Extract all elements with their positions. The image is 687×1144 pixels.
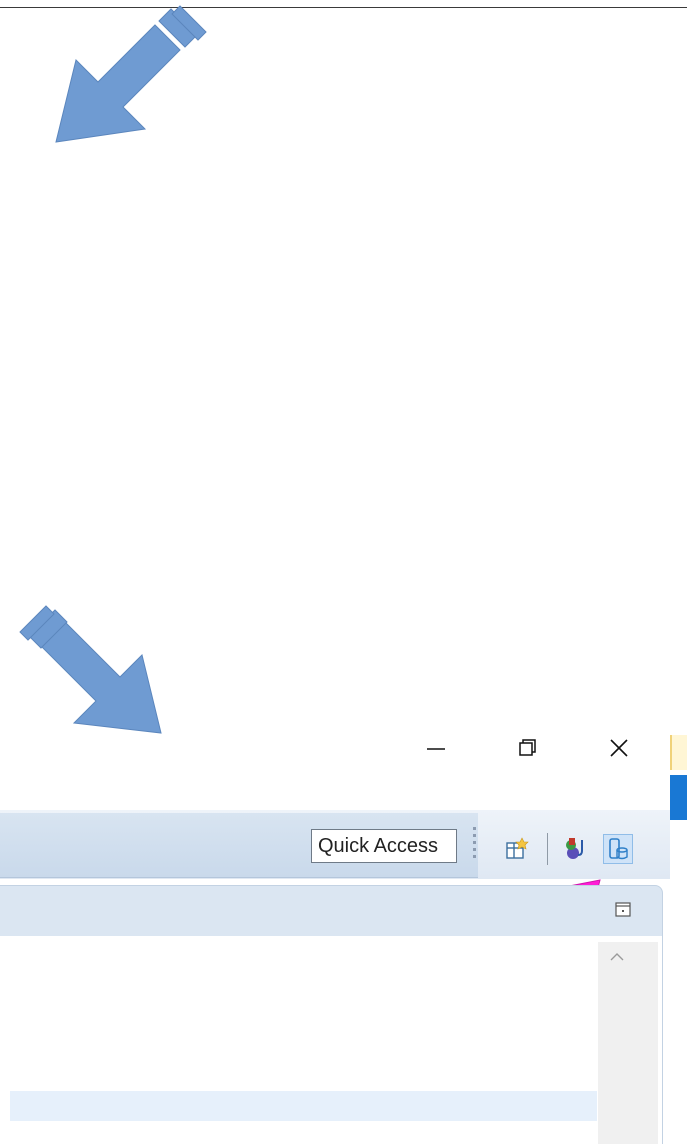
maximize-view-button[interactable] (612, 898, 636, 922)
restore-button[interactable] (506, 730, 552, 766)
quick-access-field[interactable]: Quick Access (311, 829, 457, 863)
close-icon (610, 739, 628, 757)
toolbar-grip[interactable] (473, 827, 477, 867)
restore-icon (519, 739, 536, 756)
minimize-icon (427, 748, 445, 750)
blue-arrow-bottom (19, 605, 162, 734)
open-perspective-icon (506, 837, 529, 859)
adjacent-window-accent (670, 775, 687, 820)
toolbar-separator (547, 833, 548, 865)
maximize-view-icon (615, 902, 631, 917)
blue-arrow-top (55, 5, 207, 143)
view-tab-strip (0, 885, 663, 937)
scroll-up-button[interactable] (608, 950, 626, 964)
open-perspective-button[interactable] (503, 834, 533, 864)
adjacent-window-edge (670, 735, 687, 770)
close-button[interactable] (597, 730, 643, 766)
minimize-button[interactable] (413, 730, 459, 766)
database-perspective-button[interactable] (603, 834, 633, 864)
database-perspective-icon (609, 838, 628, 860)
selected-list-item[interactable] (10, 1091, 597, 1121)
chevron-up-icon (610, 953, 624, 961)
java-perspective-icon (566, 838, 583, 859)
vertical-scrollbar[interactable] (598, 942, 658, 1144)
java-perspective-button[interactable] (561, 834, 591, 864)
